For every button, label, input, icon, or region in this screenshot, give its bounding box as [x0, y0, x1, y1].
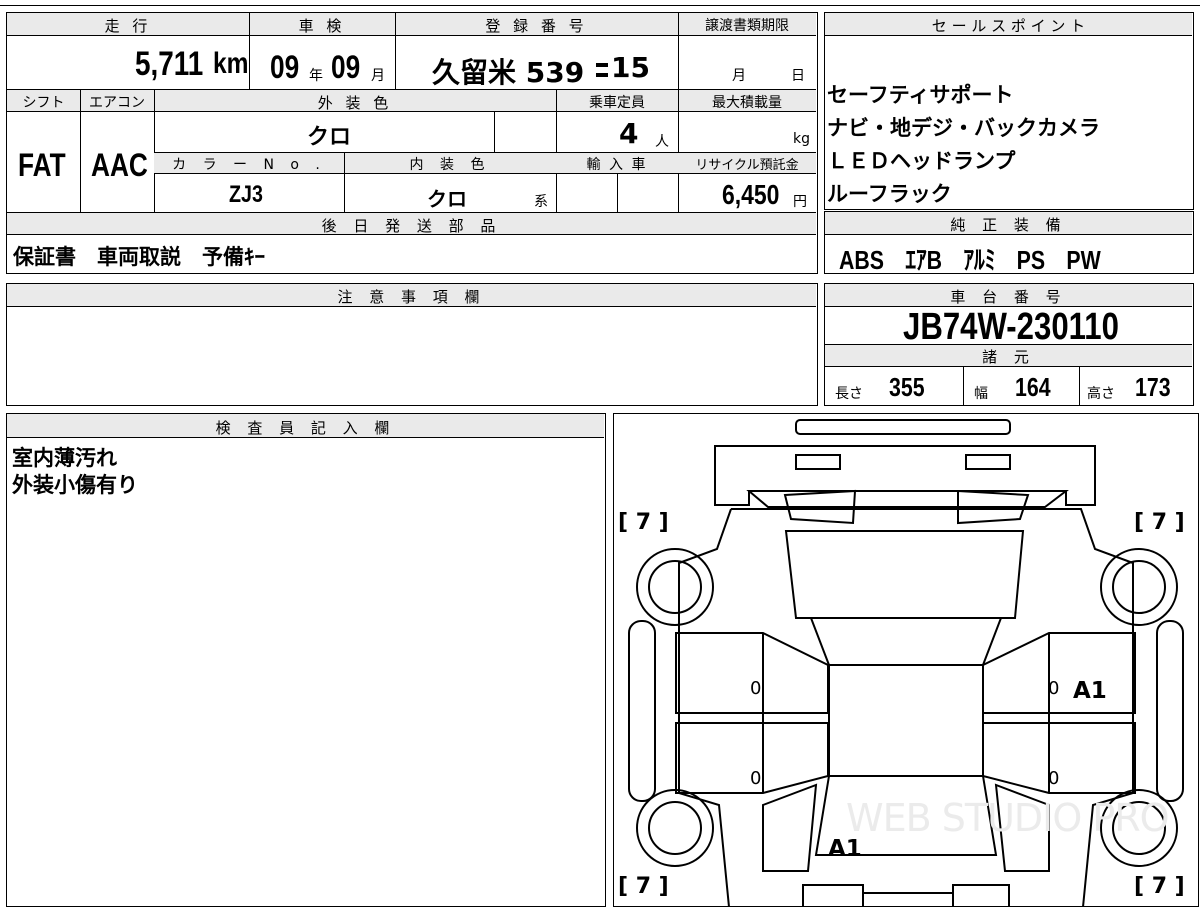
inspection-year: 09 — [270, 49, 300, 85]
registration-header: 登 録 番 号 — [485, 17, 588, 35]
headlamp-left — [794, 453, 841, 470]
inspector-box: 検 査 員 記 入 欄 室内薄汚れ 外装小傷有り — [6, 413, 606, 907]
recycle-value: 6,450 — [722, 179, 780, 210]
height-label: 高さ — [1087, 386, 1115, 402]
tire-rear-right-label: [ 7 ] — [1134, 874, 1185, 899]
height-value: 173 — [1135, 372, 1171, 402]
specs-header: 諸 元 — [982, 348, 1035, 366]
inspection-header: 車 検 — [298, 17, 346, 35]
tire-front-left-label: [ 7 ] — [618, 510, 669, 535]
inspector-header: 検 査 員 記 入 欄 — [215, 419, 396, 437]
interior-color-value: クロ — [427, 187, 467, 211]
watermark: WEB STUDIO PRO — [846, 796, 1170, 840]
rear-quarter-left — [761, 782, 817, 872]
sales-point-1: セーフティサポート — [827, 83, 1014, 107]
inspection-month: 09 — [331, 49, 361, 85]
sales-points-header: セ ー ル ス ポ イ ン ト — [931, 17, 1086, 35]
chassis-number-header: 車 台 番 号 — [950, 288, 1067, 306]
top-cutoff-strip — [0, 0, 1200, 6]
tire-rear-left-label: [ 7 ] — [618, 874, 669, 899]
vehicle-info-grid: 走 行 車 検 登 録 番 号 譲渡書類期限 5,711 km 09 年 09 … — [6, 12, 818, 274]
genuine-equipment-box: 純 正 装 備 ABS ｴｱB ｱﾙﾐ PS PW — [824, 211, 1194, 275]
genuine-equipment-header: 純 正 装 備 — [950, 216, 1067, 234]
car-diagram-box: [ 7 ] [ 7 ] [ 7 ] [ 7 ] 0 0 0 0 A1 A1 WE… — [613, 413, 1199, 907]
color-no-value: ZJ3 — [229, 181, 263, 208]
chassis-box: 車 台 番 号 JB74W-230110 諸 元 長さ 355 幅 164 高さ… — [824, 283, 1194, 406]
recycle-unit: 円 — [793, 194, 807, 210]
door-front-right — [981, 631, 1136, 714]
roof — [827, 663, 984, 777]
cowl — [809, 616, 1002, 666]
bonnet-outline — [713, 444, 1096, 506]
transfer-deadline-header: 譲渡書類期限 — [705, 18, 789, 34]
exterior-color-header: 外 装 色 — [317, 94, 393, 112]
mileage-unit: km — [213, 47, 249, 80]
registration-number: 久留米 539 — [432, 56, 585, 89]
year-unit: 年 — [309, 68, 323, 84]
genuine-equipment-value: ABS ｴｱB ｱﾙﾐ PS PW — [839, 245, 1101, 275]
later-parts-value: 保証書 車両取説 予備ｷｰ — [13, 245, 265, 269]
shift-value: FAT — [18, 147, 66, 183]
notes-box: 注 意 事 項 欄 — [6, 283, 818, 406]
windshield — [784, 529, 1024, 619]
interior-color-suffix: 系 — [534, 194, 548, 210]
max-load-unit: kg — [793, 131, 810, 147]
tire-front-right-label: [ 7 ] — [1134, 510, 1185, 535]
chassis-number-value: JB74W-230110 — [903, 306, 1119, 348]
sales-point-4: ルーフラック — [827, 182, 952, 206]
headlamp-right — [964, 453, 1011, 470]
door-front-left — [674, 631, 829, 714]
capacity-header: 乗車定員 — [589, 95, 645, 111]
max-load-header: 最大積載量 — [712, 95, 782, 111]
recycle-header: リサイクル預託金 — [695, 158, 799, 173]
capacity-value: 4 — [619, 117, 639, 150]
color-no-header: カ ラ ー N o . — [172, 157, 326, 173]
mileage-header: 走 行 — [104, 17, 152, 35]
bumper-bar — [794, 418, 1011, 435]
door-fl-mark: 0 — [750, 678, 762, 699]
mileage-value: 5,711 — [135, 45, 204, 83]
registration-separator-icon — [596, 63, 608, 77]
import-header: 輸 入 車 — [586, 157, 648, 173]
length-value: 355 — [889, 372, 925, 402]
later-parts-header: 後 日 発 送 部 品 — [321, 217, 502, 235]
notes-header: 注 意 事 項 欄 — [337, 288, 486, 306]
aircon-value: AAC — [91, 147, 148, 183]
door-rr-mark: 0 — [1048, 768, 1060, 789]
interior-color-header: 内 装 色 — [409, 157, 491, 173]
transfer-month-unit: 月 — [732, 68, 746, 84]
door-rl-mark: 0 — [750, 768, 762, 789]
length-label: 長さ — [835, 386, 863, 402]
sales-points-box: セ ー ル ス ポ イ ン ト セーフティサポート ナビ・地デジ・バックカメラ … — [824, 12, 1194, 210]
width-label: 幅 — [974, 386, 988, 402]
sales-point-2: ナビ・地デジ・バックカメラ — [827, 116, 1100, 140]
inspector-note-1: 室内薄汚れ — [12, 446, 117, 470]
fender-front-left — [627, 619, 656, 802]
shift-header: シフト — [22, 95, 65, 111]
transfer-day-unit: 日 — [791, 68, 805, 84]
width-value: 164 — [1015, 372, 1051, 402]
inspector-note-2: 外装小傷有り — [12, 473, 138, 497]
exterior-color-value: クロ — [307, 125, 352, 150]
aircon-header: エアコン — [89, 95, 145, 111]
sales-point-3: ＬＥＤヘッドランプ — [827, 149, 1016, 173]
fender-front-right — [1155, 619, 1184, 802]
damage-mark-right: A1 — [1073, 678, 1107, 704]
capacity-unit: 人 — [655, 134, 669, 150]
body-outline — [677, 507, 1134, 907]
door-fr-mark: 0 — [1048, 678, 1060, 699]
registration-suffix: 15 — [611, 51, 650, 84]
month-unit: 月 — [371, 68, 385, 84]
